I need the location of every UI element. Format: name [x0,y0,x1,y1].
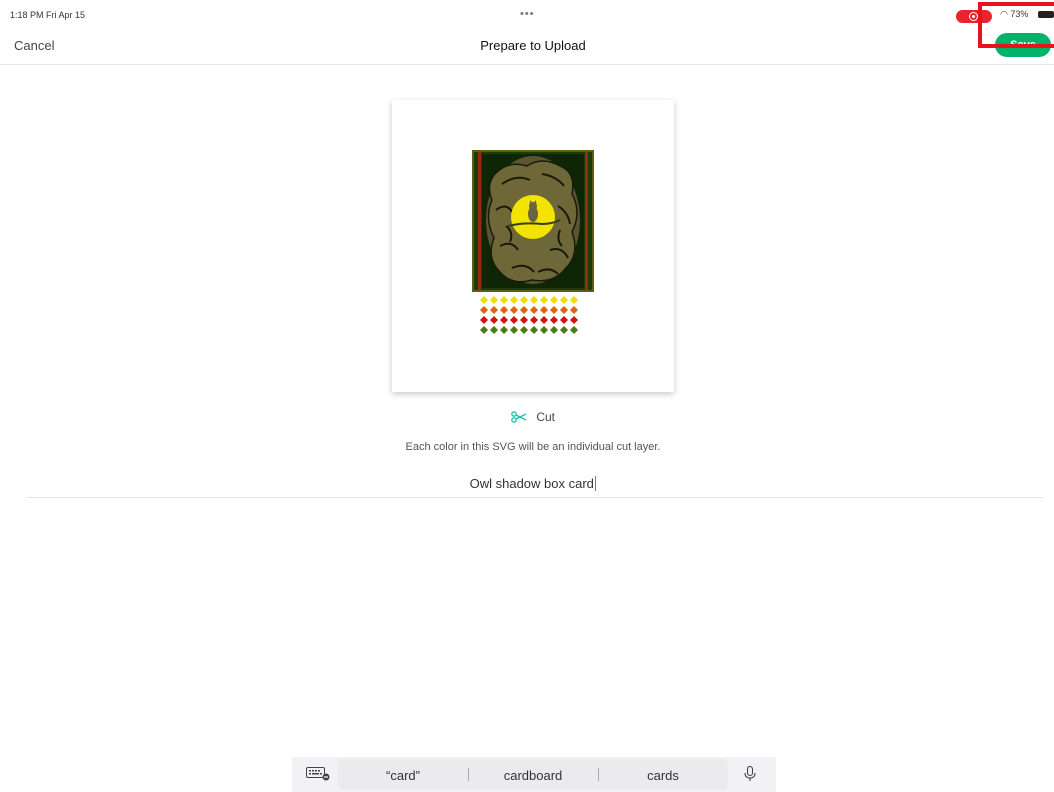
suggestion-item-2[interactable]: cardboard [468,768,598,783]
scissors-icon [511,410,527,423]
leaf-rows [480,296,578,334]
project-name-input[interactable]: Owl shadow box card [26,470,1044,498]
suggestion-list: “card” cardboard cards [338,759,728,790]
project-name-wrapper: Owl shadow box card [26,476,1040,491]
svg-preview-card [392,100,674,392]
status-bar: 1:18 PM Fri Apr 15 ••• ◠ 73% [0,0,1054,26]
keyboard-dismiss-icon[interactable] [306,767,330,781]
suggestion-item-1[interactable]: “card” [338,768,468,783]
text-caret [594,476,597,491]
nav-bar: Cancel Prepare to Upload Save [0,26,1054,65]
status-time: 1:18 PM Fri Apr 15 [10,10,86,20]
keyboard-suggestion-bar: “card” cardboard cards [292,757,776,792]
operation-type[interactable]: Cut [0,409,1054,424]
page-title: Prepare to Upload [480,38,586,53]
cut-layer-hint: Each color in this SVG will be an indivi… [405,441,661,453]
suggestion-item-3[interactable]: cards [598,768,728,783]
project-name-value: Owl shadow box card [469,476,594,491]
record-dot-icon [969,12,978,21]
save-highlight-box [978,2,1054,48]
multitasking-dots[interactable]: ••• [520,8,535,20]
operation-label: Cut [536,409,556,424]
owl-card-artwork [472,150,594,334]
microphone-icon[interactable] [744,766,756,782]
prepare-upload-screen: 1:18 PM Fri Apr 15 ••• ◠ 73% Cancel Prep… [0,0,1054,792]
